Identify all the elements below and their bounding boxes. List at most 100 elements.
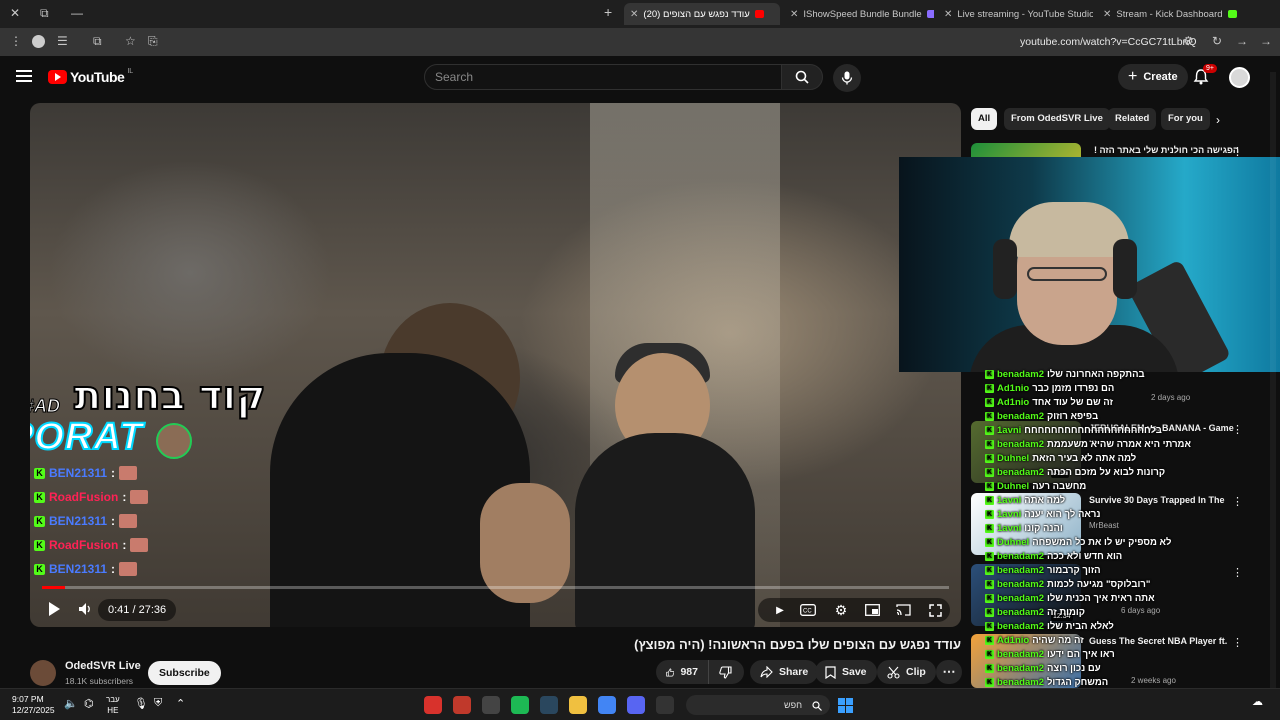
bookmark-star-icon[interactable]: ☆ bbox=[125, 34, 136, 48]
play-button[interactable] bbox=[46, 599, 62, 619]
youtube-logo[interactable]: YouTube IL bbox=[48, 67, 134, 85]
site-settings-icon[interactable]: ⚙ bbox=[1183, 34, 1194, 48]
clip-button[interactable]: Clip bbox=[877, 660, 936, 684]
windows-start-icon[interactable] bbox=[838, 698, 853, 713]
weather-icon[interactable]: ☁ bbox=[1252, 695, 1263, 708]
scrollbar-thumb[interactable] bbox=[1270, 72, 1276, 692]
chip-all[interactable]: All bbox=[971, 108, 998, 130]
account-avatar[interactable] bbox=[1229, 67, 1250, 88]
browser-tab[interactable]: ✕ Stream - Kick Dashboard bbox=[1097, 3, 1255, 25]
security-icon[interactable]: ⛨ bbox=[154, 697, 162, 710]
captions-button[interactable]: CC bbox=[797, 599, 819, 621]
close-window-icon[interactable]: ✕ bbox=[10, 6, 20, 20]
folder-icon[interactable] bbox=[569, 696, 587, 714]
network-icon[interactable]: ⌬ bbox=[84, 697, 94, 710]
clock-time: 9:07 PM bbox=[12, 694, 44, 704]
kick-badge-icon: K bbox=[985, 369, 994, 379]
chip-from-channel[interactable]: From OdedSVR Live bbox=[1004, 108, 1110, 130]
terminal-icon[interactable] bbox=[656, 696, 674, 714]
profile-icon[interactable] bbox=[32, 35, 45, 48]
install-icon[interactable]: ⎘ bbox=[148, 34, 158, 49]
settings-button[interactable]: ⚙ bbox=[830, 599, 852, 621]
search-button[interactable] bbox=[781, 64, 823, 90]
create-button[interactable]: + Create bbox=[1118, 64, 1188, 90]
record-icon[interactable] bbox=[453, 696, 471, 714]
youtube-header: YouTube IL Search + Create 9+ bbox=[0, 56, 1280, 100]
chrome-icon[interactable] bbox=[598, 696, 616, 714]
emote-icon bbox=[119, 562, 138, 576]
chat-message-text: למה אתה bbox=[1024, 494, 1066, 506]
hamburger-menu-icon[interactable] bbox=[16, 70, 32, 82]
chevron-up-icon[interactable]: ⌃ bbox=[176, 697, 185, 710]
obs-icon[interactable] bbox=[482, 696, 500, 714]
chip-for-you[interactable]: For you bbox=[1161, 108, 1210, 130]
stream-chat-message: K Duhnel למה אתה לא בעיר הזאת bbox=[985, 451, 1275, 465]
page-scrollbar[interactable] bbox=[1270, 62, 1276, 692]
steam-icon[interactable] bbox=[540, 696, 558, 714]
stream-chat-message: Kbenadam2 ראו איך הם ידעו bbox=[985, 647, 1275, 661]
close-tab-icon[interactable]: ✕ bbox=[1103, 9, 1111, 20]
close-tab-icon[interactable]: ✕ bbox=[790, 9, 798, 20]
chat-message-text: המשחק הגדול bbox=[1047, 676, 1109, 688]
chat-username: benadam2 bbox=[997, 438, 1044, 450]
microphone-icon[interactable]: 🎙 bbox=[134, 697, 148, 710]
spotify-icon[interactable] bbox=[511, 696, 529, 714]
url-field[interactable]: youtube.com/watch?v=CcGC71tLbnQ bbox=[1020, 36, 1197, 48]
discord-icon[interactable] bbox=[627, 696, 645, 714]
chat-username: BEN21311 bbox=[49, 466, 108, 480]
browser-tab[interactable]: ✕ Live streaming - YouTube Studio bbox=[938, 3, 1093, 25]
chat-message-text: לאלא הבית שלו bbox=[1047, 620, 1114, 632]
channel-avatar[interactable] bbox=[30, 660, 56, 686]
taskbar-search[interactable]: חפש bbox=[686, 695, 830, 715]
cast-button[interactable] bbox=[892, 599, 914, 621]
chevron-right-icon[interactable]: › bbox=[1216, 113, 1220, 127]
chip-related[interactable]: Related bbox=[1108, 108, 1157, 130]
kick-badge-icon: K bbox=[985, 383, 994, 393]
video-player[interactable]: קוד בחנות #AD PORAT K BEN21311: K RoadFusi… bbox=[30, 103, 961, 627]
more-actions-button[interactable]: ⋯ bbox=[936, 660, 962, 684]
forward-icon[interactable]: → bbox=[1236, 34, 1248, 48]
input-language[interactable]: עבר HE bbox=[106, 694, 120, 716]
browser-tab[interactable]: ✕ IShowSpeed Bundle Bundle bbox=[784, 3, 934, 25]
kick-badge-icon: K bbox=[985, 649, 994, 659]
browser-tab[interactable]: ✕ עודד נפגש עם הצופים (20) bbox=[624, 3, 780, 25]
kick-badge-icon: K bbox=[985, 635, 994, 645]
like-button[interactable]: 987 bbox=[656, 660, 708, 684]
fullscreen-button[interactable] bbox=[924, 599, 946, 621]
chat-username: benadam2 bbox=[997, 648, 1044, 660]
dislike-button[interactable] bbox=[708, 660, 744, 684]
voice-search-button[interactable] bbox=[833, 64, 861, 92]
save-button[interactable]: Save bbox=[815, 660, 877, 684]
volume-button[interactable] bbox=[76, 599, 94, 619]
kick-badge-icon: K bbox=[34, 539, 45, 551]
tab-title: Live streaming - YouTube Studio bbox=[957, 8, 1093, 20]
speaker-icon[interactable]: 🔈 bbox=[64, 697, 78, 710]
video-title-text: עודד נפגש עם הצופים שלו בפעם הראשונה! (ה… bbox=[634, 637, 961, 652]
close-tab-icon[interactable]: ✕ bbox=[630, 9, 638, 20]
subscribe-button[interactable]: Subscribe bbox=[148, 661, 221, 685]
maximize-icon[interactable]: ⧉ bbox=[40, 6, 49, 21]
reload-icon[interactable]: ↻ bbox=[1212, 34, 1222, 48]
autoplay-toggle[interactable]: ▶ bbox=[768, 599, 792, 621]
recommendation-title[interactable]: הפגישה הכי חולנית שלי באתר הזה ! bbox=[1089, 145, 1239, 156]
country-code: IL bbox=[127, 67, 134, 75]
minimize-icon[interactable]: — bbox=[71, 6, 83, 20]
plus-icon: + bbox=[1128, 68, 1138, 85]
taskbar-clock[interactable]: 9:07 PM 12/27/2025 bbox=[12, 694, 55, 716]
miniplayer-button[interactable] bbox=[861, 599, 883, 621]
back-icon[interactable]: → bbox=[1260, 34, 1272, 48]
channel-name[interactable]: OdedSVR Live bbox=[65, 660, 141, 672]
stream-chat-overlay: Kbenadam2 בהתקפה האחרונה שלו K Ad1nio הם נפר… bbox=[985, 367, 1275, 717]
video-scene bbox=[480, 483, 570, 603]
search-input[interactable]: Search bbox=[424, 64, 782, 90]
chat-username: Ad1nio bbox=[997, 634, 1030, 646]
share-button[interactable]: Share bbox=[750, 660, 819, 684]
reading-list-icon[interactable]: ☰ bbox=[57, 34, 68, 48]
extensions-icon[interactable]: ⧉ bbox=[93, 34, 102, 49]
subscriber-count: 18.1K subscribers bbox=[65, 676, 134, 686]
close-tab-icon[interactable]: ✕ bbox=[944, 9, 952, 20]
epic-games-icon[interactable] bbox=[424, 696, 442, 714]
new-tab-icon[interactable]: + bbox=[604, 4, 612, 20]
video-progress-bar[interactable] bbox=[42, 586, 949, 589]
more-icon[interactable]: ⋮ bbox=[10, 34, 22, 48]
